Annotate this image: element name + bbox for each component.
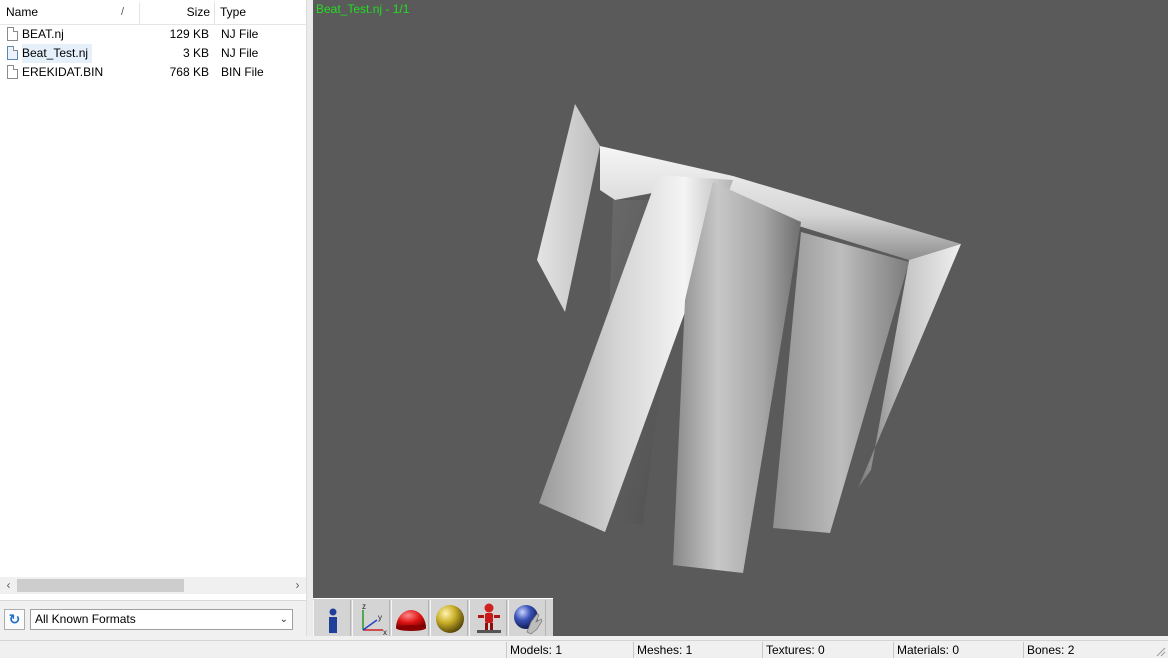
chevron-down-icon: ⌄: [279, 614, 288, 625]
file-row-beat-nj[interactable]: BEAT.nj 129 KB NJ File: [0, 25, 306, 44]
file-size: 3 KB: [182, 46, 209, 60]
scroll-left-icon[interactable]: ‹: [0, 577, 17, 594]
file-type: NJ File: [221, 27, 259, 41]
file-list-pane: Name / Size Type BEAT.nj 129 KB NJ File …: [0, 0, 306, 636]
model-name-label: Beat_Test.nj - 1/1: [316, 2, 410, 16]
resize-grip-icon[interactable]: [1154, 645, 1166, 657]
info-icon: [329, 608, 337, 633]
file-row-beat-test-nj[interactable]: Beat_Test.nj 3 KB NJ File: [0, 44, 306, 63]
red-hemisphere-icon: [396, 610, 426, 631]
file-size: 129 KB: [169, 27, 209, 41]
file-type: BIN File: [221, 65, 264, 79]
status-bones: Bones: 2: [1023, 642, 1154, 658]
axes-icon: z y x: [362, 602, 387, 636]
blue-sphere-hand-icon: [514, 605, 543, 635]
file-size: 768 KB: [169, 65, 209, 79]
texture-button[interactable]: [508, 600, 546, 636]
refresh-button[interactable]: ↻: [4, 609, 25, 630]
file-name: EREKIDAT.BIN: [22, 65, 104, 79]
render-toolbar: z y x: [313, 598, 553, 636]
axis-z-label: z: [362, 602, 366, 611]
status-materials: Materials: 0: [893, 642, 1023, 658]
column-header-name[interactable]: Name: [6, 0, 38, 25]
file-type: NJ File: [221, 46, 259, 60]
shading-button[interactable]: [391, 600, 429, 636]
axis-y-label: y: [378, 613, 382, 622]
refresh-icon: ↻: [8, 611, 21, 627]
column-separator[interactable]: [214, 2, 215, 24]
axis-x-label: x: [383, 628, 387, 636]
file-row-erekidat-bin[interactable]: EREKIDAT.BIN 768 KB BIN File: [0, 63, 306, 82]
format-filter-bar: ↻ All Known Formats ⌄: [0, 600, 306, 636]
column-header-size[interactable]: Size: [140, 0, 210, 25]
column-header-type[interactable]: Type: [220, 0, 246, 25]
status-meshes: Meshes: 1: [633, 642, 762, 658]
axes-button[interactable]: z y x: [352, 600, 390, 636]
skeleton-button[interactable]: [469, 600, 507, 636]
gold-sphere-icon: [436, 605, 464, 633]
status-bar: Models: 1 Meshes: 1 Textures: 0 Material…: [0, 640, 1168, 658]
sort-indicator-icon: /: [121, 6, 125, 18]
file-name: Beat_Test.nj: [22, 44, 93, 63]
file-list-header: Name / Size Type: [0, 0, 306, 25]
pane-splitter[interactable]: [306, 0, 313, 636]
material-button[interactable]: [430, 600, 468, 636]
model-face: [537, 104, 600, 312]
model-render: [537, 104, 961, 573]
model-viewport[interactable]: Beat_Test.nj - 1/1 z y x: [313, 0, 1168, 636]
skeleton-figure-icon: [477, 603, 501, 633]
horizontal-scrollbar[interactable]: ‹ ›: [0, 577, 306, 594]
scrollbar-thumb[interactable]: [17, 579, 184, 592]
file-icon: [7, 65, 18, 79]
format-filter-value: All Known Formats: [35, 612, 136, 626]
format-filter-select[interactable]: All Known Formats ⌄: [30, 609, 293, 630]
scroll-right-icon[interactable]: ›: [289, 577, 306, 594]
status-textures: Textures: 0: [762, 642, 893, 658]
file-name: BEAT.nj: [22, 27, 64, 41]
file-icon: [7, 27, 18, 41]
file-icon: [7, 46, 18, 60]
info-button[interactable]: [313, 600, 351, 636]
status-models: Models: 1: [506, 642, 633, 658]
